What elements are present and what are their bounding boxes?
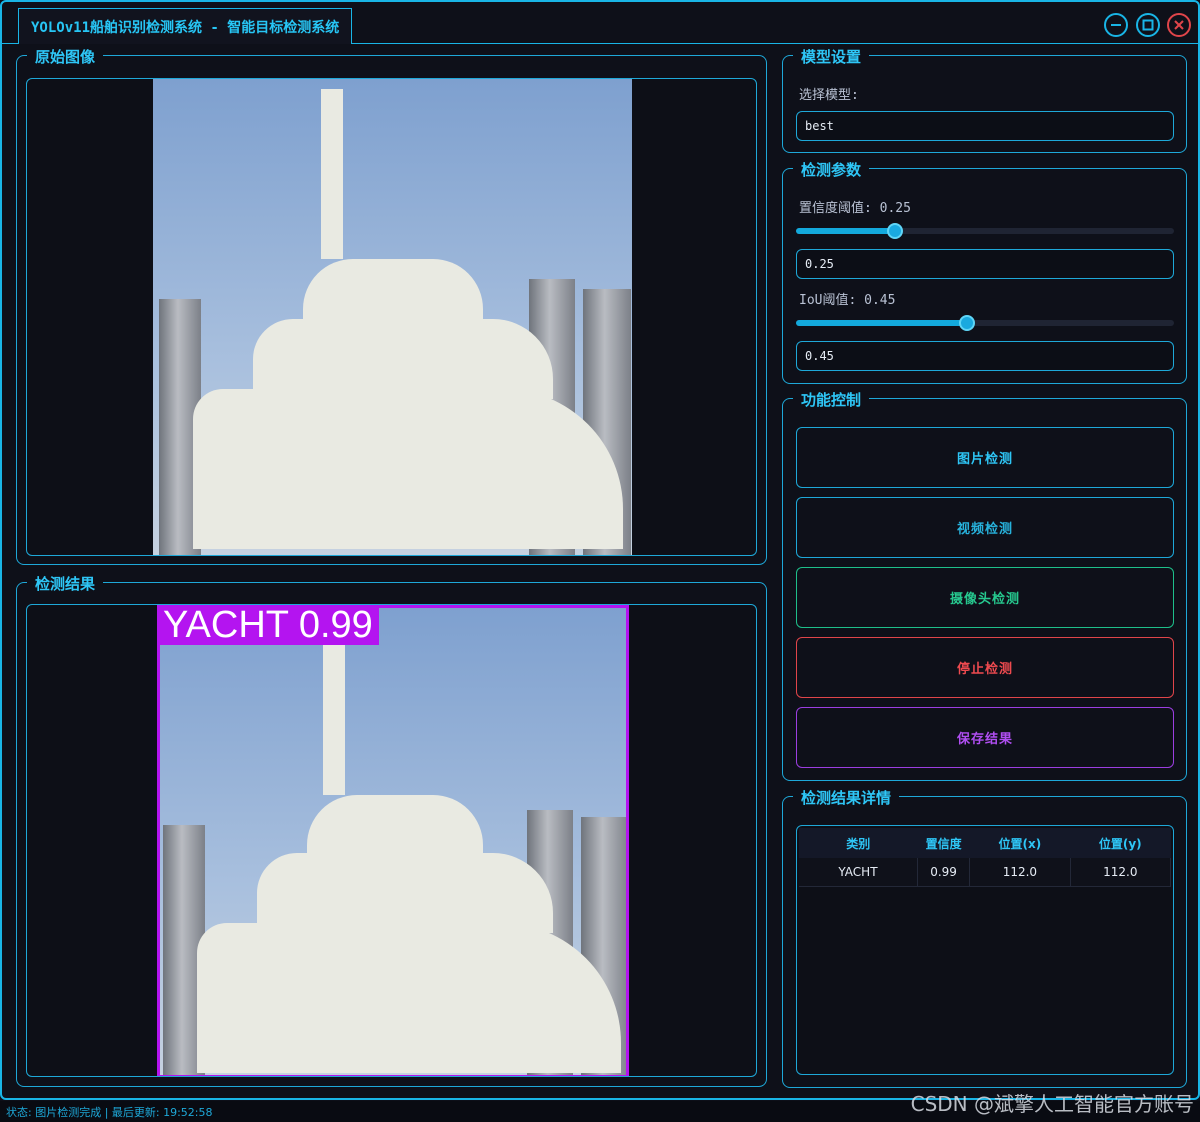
table-row[interactable]: YACHT 0.99 112.0 112.0 [799, 858, 1172, 887]
conf-slider-handle[interactable] [887, 223, 903, 239]
stop-detect-button[interactable]: 停止检测 [796, 637, 1174, 698]
conf-input[interactable]: 0.25 [796, 249, 1174, 279]
close-icon [1174, 20, 1184, 30]
image-detect-button[interactable]: 图片检测 [796, 427, 1174, 488]
original-image [153, 79, 632, 555]
details-table[interactable]: 类别 置信度 位置(x) 位置(y) YACHT 0.99 112.0 112.… [796, 825, 1174, 1075]
details-title: 检测结果详情 [793, 787, 900, 808]
status-text: 状态: 图片检测完成 | 最后更新: 19:52:58 [6, 1106, 213, 1119]
cell-x: 112.0 [969, 858, 1071, 887]
result-image-frame: YACHT 0.99 [26, 604, 757, 1077]
iou-input[interactable]: 0.45 [796, 341, 1174, 371]
iou-label: IoU阈值: 0.45 [799, 293, 896, 308]
column-header-y[interactable]: 位置(y) [1070, 828, 1171, 858]
minimize-button[interactable] [1104, 13, 1128, 37]
column-header-x[interactable]: 位置(x) [969, 828, 1071, 858]
video-detect-button[interactable]: 视频检测 [796, 497, 1174, 558]
cell-y: 112.0 [1070, 858, 1172, 887]
main-window: YOLOv11船舶识别检测系统 - 智能目标检测系统 原始图像 检测结果 YAC… [0, 0, 1200, 1100]
camera-detect-button[interactable]: 摄像头检测 [796, 567, 1174, 628]
model-select[interactable]: best [796, 111, 1174, 141]
cell-confidence: 0.99 [917, 858, 971, 887]
result-image-title: 检测结果 [27, 573, 104, 594]
maximize-icon [1142, 19, 1154, 31]
detection-box [157, 605, 629, 1076]
params-title: 检测参数 [793, 159, 870, 180]
conf-slider[interactable] [796, 223, 1174, 239]
result-image: YACHT 0.99 [157, 605, 629, 1076]
watermark: CSDN @斌擎人工智能官方账号 [910, 1092, 1194, 1116]
save-result-button[interactable]: 保存结果 [796, 707, 1174, 768]
window-title: YOLOv11船舶识别检测系统 - 智能目标检测系统 [18, 8, 353, 44]
detection-label: YACHT 0.99 [157, 605, 379, 645]
conf-label: 置信度阈值: 0.25 [799, 201, 911, 216]
iou-slider-handle[interactable] [959, 315, 975, 331]
model-settings-title: 模型设置 [793, 46, 870, 67]
iou-slider-fill [796, 320, 967, 326]
close-button[interactable] [1167, 13, 1191, 37]
maximize-button[interactable] [1136, 13, 1160, 37]
cell-class: YACHT [799, 858, 918, 887]
title-bar: YOLOv11船舶识别检测系统 - 智能目标检测系统 [2, 2, 1198, 44]
column-header-class[interactable]: 类别 [799, 828, 918, 858]
minimize-icon [1111, 24, 1121, 26]
iou-slider[interactable] [796, 315, 1174, 331]
model-select-label: 选择模型: [799, 88, 859, 103]
column-header-confidence[interactable]: 置信度 [917, 828, 970, 858]
original-image-title: 原始图像 [27, 46, 104, 67]
conf-slider-fill [796, 228, 895, 234]
controls-title: 功能控制 [793, 389, 870, 410]
original-image-frame [26, 78, 757, 556]
table-header-row: 类别 置信度 位置(x) 位置(y) [799, 828, 1171, 858]
